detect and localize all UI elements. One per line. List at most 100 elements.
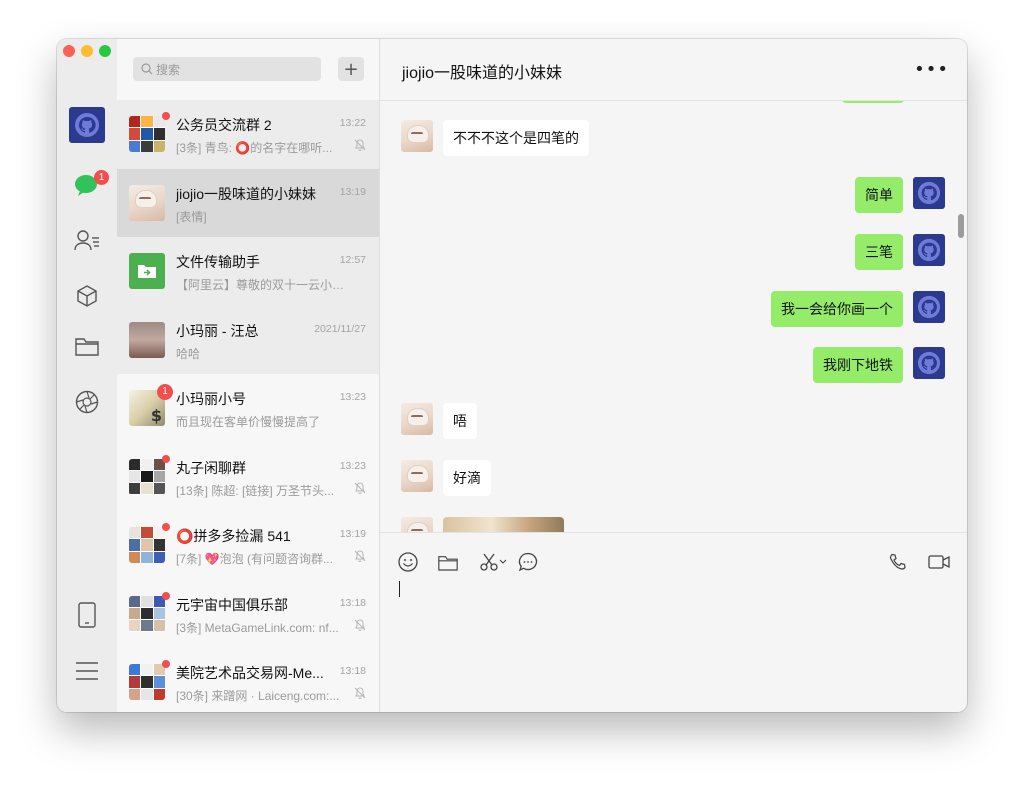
message-input[interactable] [399,581,400,597]
conversation-preview: 【阿里云】尊敬的双十一云小宝... [176,278,346,292]
conversation-title: 元宇宙中国俱乐部 [176,596,288,613]
conversation-time: 13:23 [339,459,366,472]
contact-avatar[interactable] [401,403,433,435]
composer [380,532,967,712]
chat-history-button[interactable] [517,551,539,573]
menu-icon [76,662,98,680]
add-chat-button[interactable]: + [338,57,364,81]
unread-count-badge: 1 [157,384,173,400]
mute-bell-icon [354,619,366,631]
conversation-item[interactable]: $ 1 小玛丽小号 13:23 而且现在客单价慢慢提高了 [117,374,379,443]
voice-call-button[interactable] [887,551,909,573]
conversation-preview: 哈哈 [176,346,201,361]
contact-avatar[interactable] [401,517,433,533]
conversation-title: 小玛丽 - 汪总 [176,322,259,339]
conversation-time: 2021/11/27 [314,322,366,335]
file-transfer-icon [138,265,156,278]
conversation-time: 13:23 [339,391,366,403]
chevron-down-icon [499,559,507,564]
phone-device-button[interactable] [74,602,100,628]
conversation-preview: [13条] 陈超: [链接] 万圣节头... [176,483,335,498]
conversation-preview: [3条] MetaGameLink.com: nf... [176,620,339,635]
moments-tab[interactable] [74,389,100,415]
message-bubble[interactable]: 好滴 [443,460,491,496]
cube-icon [77,285,97,307]
conversation-title: 丸子闲聊群 [176,459,246,476]
outgoing-message: 我刚下地铁 [813,347,945,383]
search-input[interactable]: 搜索 [133,57,321,81]
chat-header: jiojio一股味道的小妹妹 ••• [380,39,967,101]
unread-dot [162,660,170,668]
contact-avatar[interactable] [401,120,433,152]
screenshot-button[interactable] [476,551,510,573]
group-avatar [129,458,165,495]
conversation-item[interactable]: 公务员交流群 2 13:22 [3条] 青鸟: ⭕的名字在哪听... [117,100,379,169]
send-file-button[interactable] [437,551,459,573]
message-list[interactable]: 不不不这个是四笔的 简单 三笔 我一会给你画一个 我刚下地铁 唔 好滴 [380,101,967,533]
incoming-message: 好滴 [401,460,491,496]
sticker-image[interactable] [443,517,564,533]
folder-icon [438,555,458,571]
conversation-title: 公务员交流群 2 [176,117,272,133]
conversation-time: 13:18 [339,596,366,609]
minimize-window-button[interactable] [81,45,93,57]
github-icon [917,351,941,375]
emoji-button[interactable] [397,551,419,573]
conversation-time: 13:19 [339,185,366,198]
my-avatar[interactable] [913,177,945,209]
close-window-button[interactable] [63,45,75,57]
conversation-item[interactable]: 元宇宙中国俱乐部 13:18 [3条] MetaGameLink.com: nf… [117,580,379,649]
contacts-icon [74,230,99,251]
conversation-title: 美院艺术品交易网-Me... [176,665,324,681]
my-avatar[interactable] [69,107,105,143]
conversation-preview: 而且现在客单价慢慢提高了 [176,415,321,429]
github-icon [917,238,941,262]
conversation-item[interactable]: jiojio一股味道的小妹妹 13:19 [表情] [117,168,379,237]
conversation-time: 13:18 [339,665,366,677]
zoom-window-button[interactable] [99,45,111,57]
contacts-tab[interactable] [74,227,100,253]
message-bubble[interactable]: 我一会给你画一个 [771,291,903,327]
conversation-item[interactable]: 丸子闲聊群 13:23 [13条] 陈超: [链接] 万圣节头... [117,443,379,512]
contact-avatar[interactable] [401,460,433,492]
files-tab[interactable] [74,333,100,359]
search-bar: 搜索 + [117,39,379,100]
conversation-item[interactable]: 小玛丽 - 汪总 2021/11/27 哈哈 [117,305,379,374]
window-controls [63,45,111,57]
message-bubble[interactable]: 简单 [855,177,903,213]
group-avatar [129,116,165,152]
mute-bell-icon [354,139,366,151]
video-call-button[interactable] [927,551,951,573]
clipped-outgoing-bubble [842,101,904,103]
left-rail: 1 [57,39,118,712]
my-avatar[interactable] [913,291,945,323]
conversation-item[interactable]: ⭕拼多多捡漏 541 13:19 [7条] 💖泡泡 (有问题咨询群... [117,511,379,580]
message-bubble[interactable]: 不不不这个是四笔的 [443,120,589,156]
conversation-title: 文件传输助手 [176,254,260,270]
search-placeholder: 搜索 [156,62,181,77]
more-options-button[interactable]: ••• [914,59,949,80]
wechat-window: 1 搜索 + 公务员交流群 2 13:22 [3条] 青鸟: ⭕的名字在哪听..… [57,39,967,712]
settings-menu-button[interactable] [74,658,100,684]
conversation-preview: [3条] 青鸟: ⭕的名字在哪听... [176,141,333,155]
outgoing-message: 我一会给你画一个 [771,291,945,327]
message-scrollbar[interactable] [958,214,964,238]
my-avatar[interactable] [913,347,945,379]
message-bubble[interactable]: 我刚下地铁 [813,347,903,383]
my-avatar[interactable] [913,234,945,266]
conversation-item[interactable]: 美院艺术品交易网-Me... 13:18 [30条] 来蹭网 · Laiceng… [117,648,379,712]
message-bubble[interactable]: 唔 [443,403,477,439]
chat-pane: jiojio一股味道的小妹妹 ••• 不不不这个是四笔的 简单 三笔 我一会给你… [380,39,967,712]
outgoing-message: 三笔 [855,234,945,270]
github-icon [75,113,99,137]
group-avatar [129,595,165,632]
call-icon [889,553,906,570]
conversation-item[interactable]: 文件传输助手 12:57 【阿里云】尊敬的双十一云小宝... [117,237,379,306]
conversation-time: 13:19 [339,528,366,540]
message-bubble[interactable]: 三笔 [855,234,903,270]
contact-avatar [129,184,165,221]
mini-programs-tab[interactable] [74,283,100,309]
aperture-icon [75,390,99,414]
search-icon [141,63,153,75]
conversation-preview: [7条] 💖泡泡 (有问题咨询群... [176,552,333,566]
